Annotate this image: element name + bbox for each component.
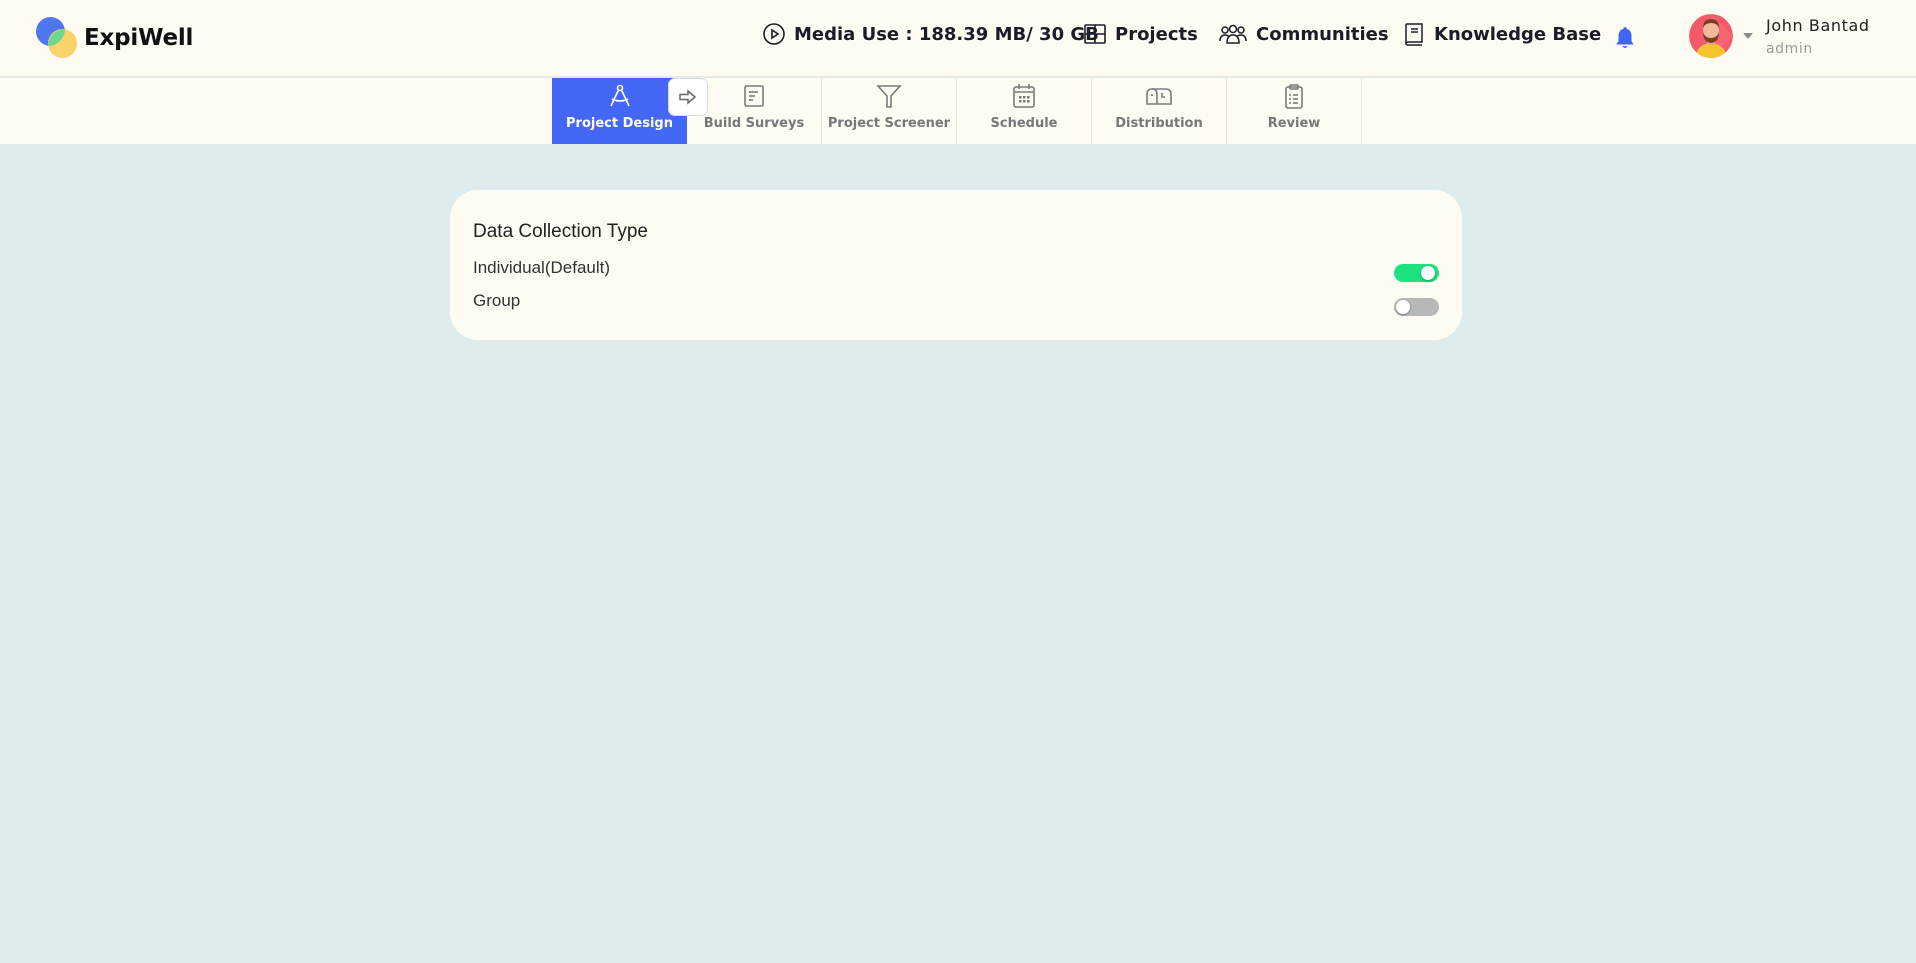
tab-label: Distribution	[1115, 116, 1203, 131]
clipboard-icon	[1285, 84, 1303, 109]
chevron-down-icon[interactable]	[1743, 33, 1753, 39]
project-tab-bar: Project Design Build Surveys Project Scr…	[0, 78, 1916, 144]
users-icon	[1219, 24, 1247, 44]
user-role: admin	[1766, 41, 1813, 57]
tab-distribution[interactable]: Distribution	[1092, 78, 1227, 144]
nav-communities[interactable]: Communities	[1218, 22, 1389, 46]
nav-communities-label: Communities	[1256, 23, 1389, 45]
arrow-right-icon	[679, 89, 697, 105]
tab-schedule[interactable]: Schedule	[957, 78, 1092, 144]
compass-icon	[609, 84, 630, 107]
tab-label: Build Surveys	[703, 116, 805, 131]
bell-icon[interactable]	[1612, 25, 1638, 51]
logo-icon	[36, 17, 78, 59]
calendar-icon	[1013, 84, 1035, 108]
nav-knowledge-base-label: Knowledge Base	[1434, 23, 1602, 45]
book-icon	[1405, 23, 1423, 46]
user-name: John Bantad	[1766, 16, 1870, 35]
avatar[interactable]	[1689, 14, 1733, 58]
grid-icon	[1084, 24, 1106, 44]
toggle-knob	[1396, 300, 1410, 314]
media-use-text: Media Use : 188.39 MB/ 30 GB	[794, 23, 1099, 45]
option-group-label: Group	[473, 291, 521, 310]
nav-knowledge-base[interactable]: Knowledge Base	[1402, 22, 1601, 46]
nav-projects[interactable]: Projects	[1083, 22, 1198, 46]
filter-icon	[876, 85, 902, 108]
play-circle-icon	[763, 23, 785, 45]
nav-projects-label: Projects	[1115, 23, 1198, 45]
brand-name: ExpiWell	[84, 25, 194, 51]
tab-project-design[interactable]: Project Design	[552, 78, 687, 144]
mailbox-icon	[1146, 88, 1172, 105]
document-icon	[744, 85, 764, 107]
tab-label: Project Screener	[827, 116, 951, 131]
toggle-knob	[1421, 266, 1435, 280]
tab-label: Schedule	[990, 116, 1058, 131]
tab-review[interactable]: Review	[1227, 78, 1362, 144]
data-collection-type-card: Data Collection Type Individual(Default)…	[450, 190, 1462, 340]
group-toggle[interactable]	[1394, 298, 1439, 316]
media-use-indicator: Media Use : 188.39 MB/ 30 GB	[762, 22, 1099, 46]
logo[interactable]: ExpiWell	[36, 17, 193, 59]
tab-project-screener[interactable]: Project Screener	[822, 78, 957, 144]
top-header: ExpiWell Media Use : 188.39 MB/ 30 GB Pr…	[0, 0, 1916, 77]
user-avatar-icon	[1689, 14, 1733, 58]
card-title: Data Collection Type	[473, 221, 648, 242]
option-individual-label: Individual(Default)	[473, 258, 611, 277]
tab-label: Review	[1267, 116, 1321, 131]
collapse-sidebar-button[interactable]	[668, 78, 708, 116]
tab-label: Project Design	[566, 116, 673, 131]
individual-toggle[interactable]	[1394, 264, 1439, 282]
